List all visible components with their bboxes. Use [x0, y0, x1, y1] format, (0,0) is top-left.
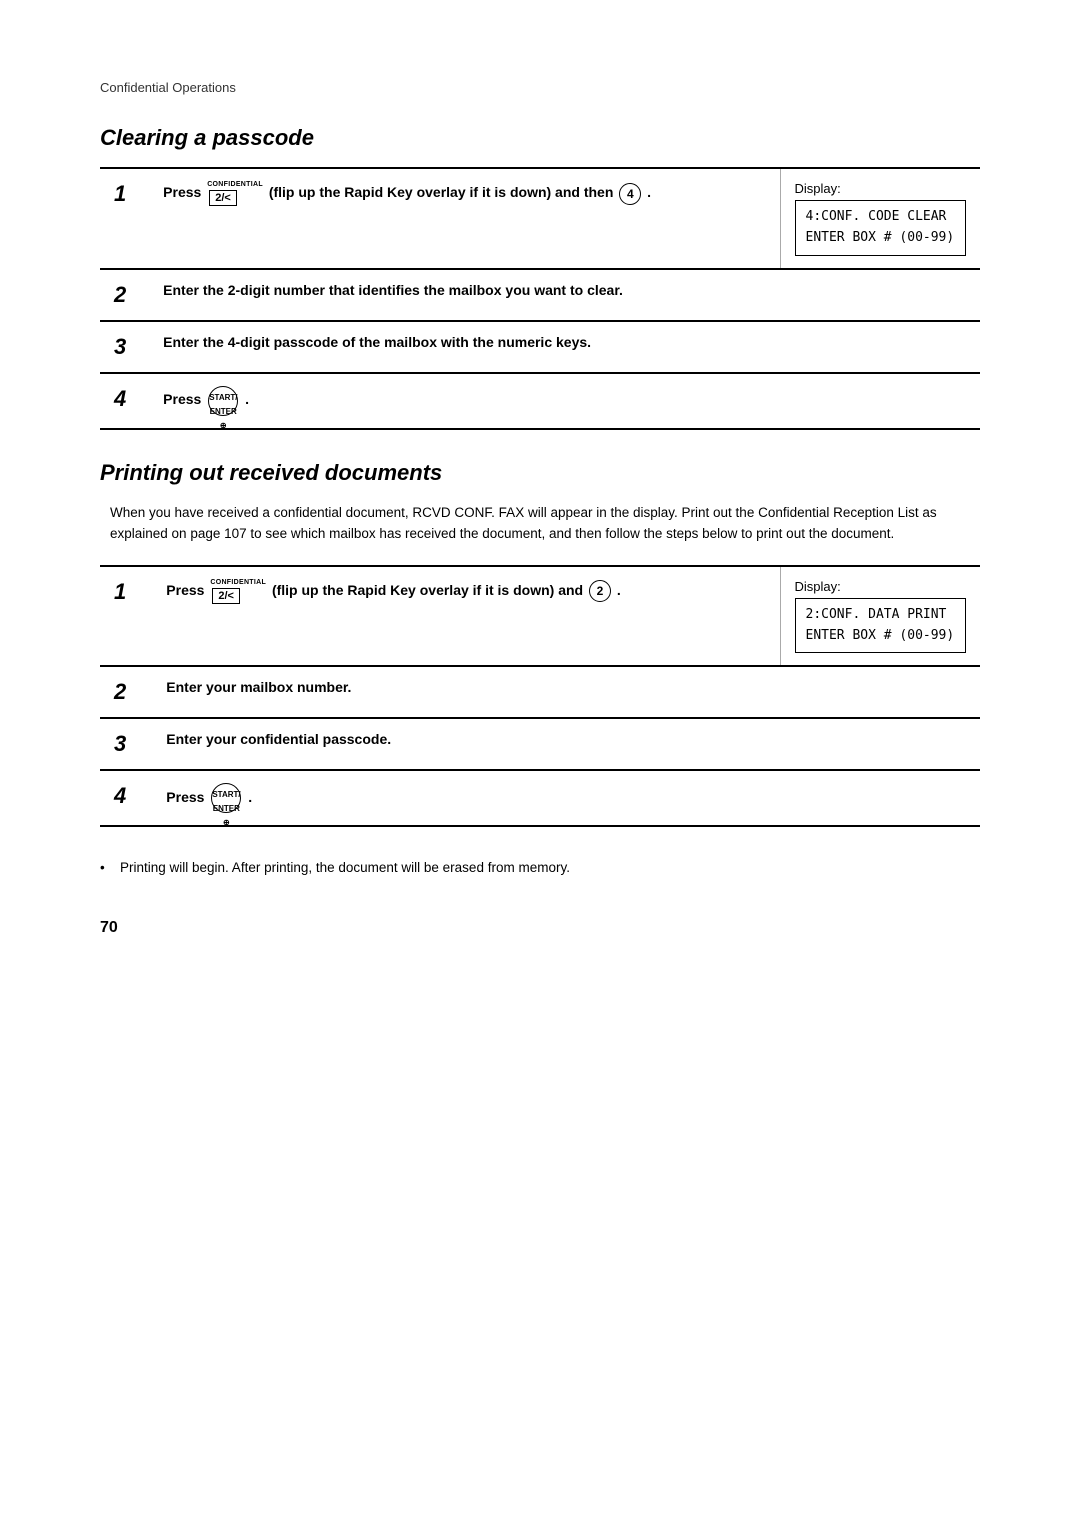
circle-4: 4 [619, 183, 641, 205]
table-row: 2 Enter the 2-digit number that identifi… [100, 269, 980, 321]
clearing-passcode-table: 1 Press CONFIDENTIAL 2/< (flip up the Ra… [100, 167, 980, 430]
confidential-key: CONFIDENTIAL 2/< [207, 181, 263, 206]
table-row: 3 Enter your confidential passcode. [100, 718, 980, 770]
step1-text-middle: (flip up the Rapid Key overlay if it is … [272, 582, 587, 598]
period: . [248, 789, 252, 805]
step-content: Press START/ENTER⊕ . [149, 373, 980, 429]
display-line1: 4:CONF. CODE CLEAR [806, 209, 947, 224]
step-content: Press CONFIDENTIAL 2/< (flip up the Rapi… [152, 566, 780, 667]
step-number: 1 [100, 168, 149, 269]
step-number: 3 [100, 718, 152, 770]
key-button: 2/< [212, 588, 240, 604]
table-row: 1 Press CONFIDENTIAL 2/< (flip up the Ra… [100, 168, 980, 269]
clearing-passcode-title: Clearing a passcode [100, 125, 980, 151]
period: . [647, 184, 651, 200]
display-label: Display: [795, 579, 967, 594]
display-box: 4:CONF. CODE CLEAR ENTER BOX # (00-99) [795, 200, 967, 256]
confidential-key-label: CONFIDENTIAL [207, 181, 263, 188]
table-row: 4 Press START/ENTER⊕ . [100, 373, 980, 429]
press-label: Press [163, 184, 201, 200]
display-line2: ENTER BOX # (00-99) [806, 230, 955, 245]
step-number: 3 [100, 321, 149, 373]
step-content: Enter the 2-digit number that identifies… [149, 269, 980, 321]
page-number: 70 [100, 919, 980, 937]
step3-text: Enter your confidential passcode. [166, 731, 391, 747]
step-number: 1 [100, 566, 152, 667]
display-box: 2:CONF. DATA PRINT ENTER BOX # (00-99) [795, 598, 967, 654]
display-line1: 2:CONF. DATA PRINT [806, 607, 947, 622]
table-row: 1 Press CONFIDENTIAL 2/< (flip up the Ra… [100, 566, 980, 667]
step2-text: Enter the 2-digit number that identifies… [163, 282, 623, 298]
display-cell: Display: 4:CONF. CODE CLEAR ENTER BOX # … [780, 168, 980, 269]
step-number: 2 [100, 666, 152, 718]
press-label: Press [166, 582, 204, 598]
step-content: Enter your confidential passcode. [152, 718, 980, 770]
printing-docs-table: 1 Press CONFIDENTIAL 2/< (flip up the Ra… [100, 565, 980, 828]
printing-docs-title: Printing out received documents [100, 460, 980, 486]
step3-text: Enter the 4-digit passcode of the mailbo… [163, 334, 591, 350]
step-number: 4 [100, 770, 152, 826]
confidential-key: CONFIDENTIAL 2/< [210, 579, 266, 604]
key-button: 2/< [209, 190, 237, 206]
table-row: 2 Enter your mailbox number. [100, 666, 980, 718]
table-row: 4 Press START/ENTER⊕ . [100, 770, 980, 826]
step-content: Enter the 4-digit passcode of the mailbo… [149, 321, 980, 373]
circle-2: 2 [589, 580, 611, 602]
bullet-note: Printing will begin. After printing, the… [100, 857, 980, 879]
step-content: Enter your mailbox number. [152, 666, 980, 718]
display-label: Display: [795, 181, 967, 196]
start-enter-key: START/ENTER⊕ [208, 386, 238, 416]
page-label: Confidential Operations [100, 80, 980, 95]
press-label: Press [163, 391, 201, 407]
step1-text-middle: (flip up the Rapid Key overlay if it is … [269, 184, 617, 200]
step-content: Press CONFIDENTIAL 2/< (flip up the Rapi… [149, 168, 780, 269]
display-cell: Display: 2:CONF. DATA PRINT ENTER BOX # … [780, 566, 980, 667]
step-content: Press START/ENTER⊕ . [152, 770, 980, 826]
printing-description: When you have received a confidential do… [100, 502, 980, 545]
start-enter-key: START/ENTER⊕ [211, 783, 241, 813]
step2-text: Enter your mailbox number. [166, 679, 351, 695]
period: . [245, 391, 249, 407]
press-label: Press [166, 789, 204, 805]
display-line2: ENTER BOX # (00-99) [806, 628, 955, 643]
table-row: 3 Enter the 4-digit passcode of the mail… [100, 321, 980, 373]
period: . [617, 582, 621, 598]
step-number: 4 [100, 373, 149, 429]
confidential-key-label: CONFIDENTIAL [210, 579, 266, 586]
step-number: 2 [100, 269, 149, 321]
